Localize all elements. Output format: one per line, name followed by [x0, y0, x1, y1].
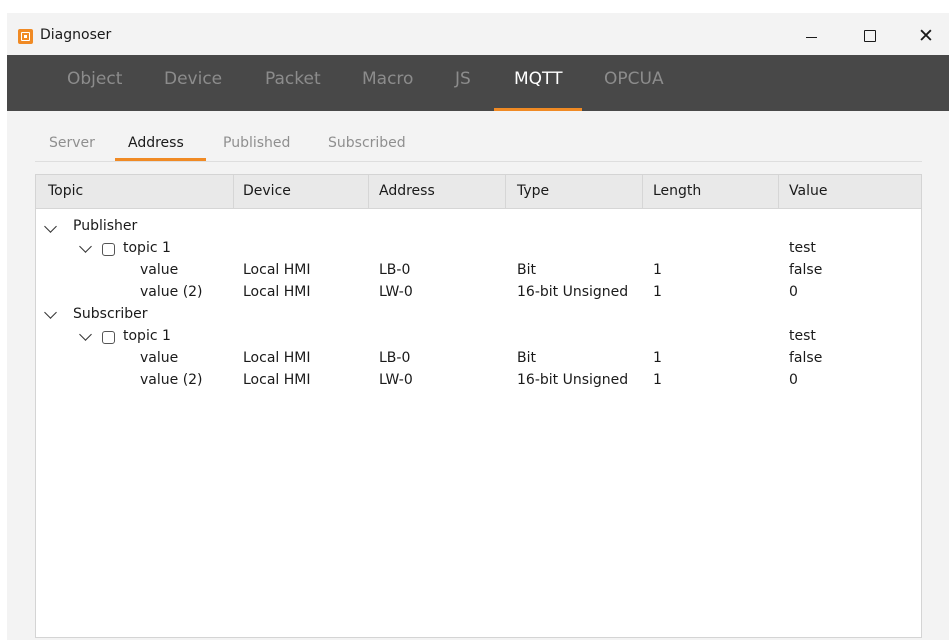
chevron-down-icon[interactable]: [79, 328, 92, 341]
minimize-icon: [805, 36, 817, 38]
item-name: value: [140, 350, 179, 366]
address-tree-table[interactable]: Topic Device Address Type Length Value P…: [35, 174, 922, 638]
table-row[interactable]: value Local HMI LB-0 Bit 1 false: [36, 350, 921, 374]
topic-checkbox[interactable]: [102, 331, 115, 344]
table-row[interactable]: value (2) Local HMI LW-0 16-bit Unsigned…: [36, 284, 921, 308]
item-name: value (2): [140, 372, 203, 388]
subtab-published[interactable]: Published: [223, 135, 290, 151]
window-title: Diagnoser: [40, 27, 112, 43]
item-device: Local HMI: [243, 262, 311, 278]
item-value: 0: [789, 372, 798, 388]
item-device: Local HMI: [243, 284, 311, 300]
item-value: false: [789, 350, 823, 366]
app-icon: [18, 29, 33, 44]
subtab-divider: [35, 161, 922, 162]
column-divider[interactable]: [505, 175, 506, 208]
tab-object[interactable]: Object: [67, 69, 122, 89]
item-address: LB-0: [379, 350, 411, 366]
topic-name: topic 1: [123, 240, 171, 256]
item-address: LW-0: [379, 284, 413, 300]
tree-topic-row[interactable]: topic 1 test: [36, 240, 921, 264]
subtab-address[interactable]: Address: [128, 135, 184, 151]
item-device: Local HMI: [243, 372, 311, 388]
tab-macro[interactable]: Macro: [362, 69, 413, 89]
item-type: 16-bit Unsigned: [517, 372, 629, 388]
group-label: Subscriber: [73, 306, 148, 322]
mqtt-panel: Server Address Published Subscribed Topi…: [7, 111, 949, 640]
item-address: LB-0: [379, 262, 411, 278]
topic-value: test: [789, 240, 816, 256]
item-length: 1: [653, 262, 662, 278]
main-tab-bar: Object Device Packet Macro JS MQTT OPCUA: [7, 55, 949, 111]
subtab-server[interactable]: Server: [49, 135, 95, 151]
diagnoser-window: Diagnoser ✕ Object Device Packet Macro J…: [7, 13, 949, 640]
item-name: value (2): [140, 284, 203, 300]
item-length: 1: [653, 284, 662, 300]
title-bar[interactable]: Diagnoser ✕: [7, 13, 949, 55]
item-length: 1: [653, 350, 662, 366]
column-header-length[interactable]: Length: [653, 183, 701, 199]
column-header-address[interactable]: Address: [379, 183, 435, 199]
minimize-button[interactable]: [788, 21, 834, 51]
tab-js[interactable]: JS: [455, 69, 471, 89]
chevron-down-icon[interactable]: [44, 220, 57, 233]
item-value: false: [789, 262, 823, 278]
topic-checkbox[interactable]: [102, 243, 115, 256]
close-icon: ✕: [918, 24, 934, 47]
column-header-topic[interactable]: Topic: [48, 183, 83, 199]
table-row[interactable]: value (2) Local HMI LW-0 16-bit Unsigned…: [36, 372, 921, 396]
topic-value: test: [789, 328, 816, 344]
close-button[interactable]: ✕: [903, 21, 949, 51]
column-header-value[interactable]: Value: [789, 183, 827, 199]
item-type: Bit: [517, 262, 536, 278]
column-divider[interactable]: [368, 175, 369, 208]
tab-device[interactable]: Device: [164, 69, 222, 89]
chevron-down-icon[interactable]: [44, 306, 57, 319]
item-name: value: [140, 262, 179, 278]
item-length: 1: [653, 372, 662, 388]
subtab-subscribed[interactable]: Subscribed: [328, 135, 406, 151]
column-divider[interactable]: [778, 175, 779, 208]
maximize-icon: [864, 30, 876, 42]
group-label: Publisher: [73, 218, 138, 234]
topic-name: topic 1: [123, 328, 171, 344]
item-address: LW-0: [379, 372, 413, 388]
tab-mqtt[interactable]: MQTT: [514, 69, 563, 89]
tree-topic-row[interactable]: topic 1 test: [36, 328, 921, 352]
item-device: Local HMI: [243, 350, 311, 366]
table-row[interactable]: value Local HMI LB-0 Bit 1 false: [36, 262, 921, 286]
tree-group-row[interactable]: Subscriber: [36, 306, 921, 330]
item-type: 16-bit Unsigned: [517, 284, 629, 300]
column-divider[interactable]: [233, 175, 234, 208]
item-type: Bit: [517, 350, 536, 366]
tab-opcua[interactable]: OPCUA: [604, 69, 664, 89]
tree-group-row[interactable]: Publisher: [36, 218, 921, 242]
table-header: Topic Device Address Type Length Value: [36, 175, 921, 209]
chevron-down-icon[interactable]: [79, 240, 92, 253]
column-header-type[interactable]: Type: [517, 183, 549, 199]
column-header-device[interactable]: Device: [243, 183, 291, 199]
item-value: 0: [789, 284, 798, 300]
maximize-button[interactable]: [847, 21, 893, 51]
column-divider[interactable]: [642, 175, 643, 208]
tab-packet[interactable]: Packet: [265, 69, 321, 89]
